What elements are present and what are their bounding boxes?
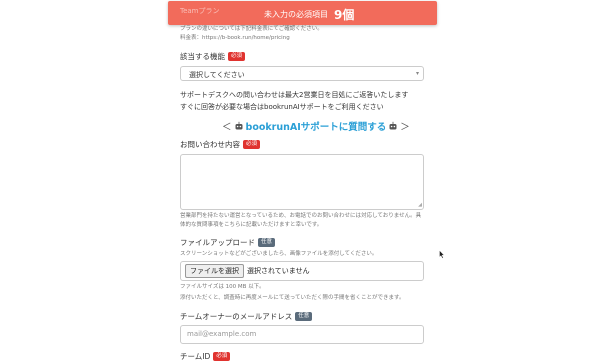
file-upload-label: ファイルアップロード 任意 [180, 237, 276, 248]
support-info-line2: すぐに回答が必要な場合はbookrunAIサポートをご利用ください [180, 103, 384, 111]
banner-underlying-text: Teamプラン [180, 6, 220, 16]
robot-icon [389, 121, 397, 130]
file-upload-hint: スクリーンショットなどがございましたら、画像ファイルを添付してください。 [180, 251, 378, 257]
feature-select-value: 選択してください [189, 71, 245, 79]
required-badge: 必須 [213, 352, 231, 361]
file-input[interactable]: ファイルを選択 選択されていません [180, 261, 424, 281]
file-size-note: ファイルサイズは 100 MB 以下。 [180, 284, 265, 290]
banner-missing-count: 9個 [334, 8, 355, 22]
ai-link-text: bookrunAIサポートに質問する [245, 122, 387, 133]
plan-note-line2: 料金表：https://b-book.run/home/pricing [180, 35, 290, 41]
file-resend-note: 添付いただくと、調査時に再度メールにて送っていただく際の手間を省くことができます… [180, 295, 405, 301]
inquiry-note: 営業部門を持たない運営となっているため、お電話でのお問い合わせには対応しておりま… [180, 212, 426, 230]
file-upload-label-text: ファイルアップロード [180, 238, 255, 247]
support-info-line1: サポートデスクへの問い合わせは最大2営業日を目処にご返答いたします [180, 91, 409, 99]
optional-badge: 任意 [258, 238, 276, 247]
banner-message-text: 未入力の必須項目 [264, 10, 328, 19]
robot-icon [235, 121, 243, 130]
ai-support-link[interactable]: ＜ bookrunAIサポートに質問する ＞ [222, 119, 410, 133]
inquiry-label: お問い合わせ内容 必須 [180, 139, 261, 150]
inquiry-label-text: お問い合わせ内容 [180, 140, 240, 149]
chevron-down-icon: ▾ [415, 70, 419, 77]
choose-file-button[interactable]: ファイルを選択 [185, 264, 244, 278]
file-status: 選択されていません [247, 267, 310, 275]
inquiry-note-line1: 営業部門を持たない運営となっているため、お電話でのお問い合わせには対応しておりま… [180, 213, 422, 228]
plan-note-line1: プランの違いについては下記料金表にてご確認ください。 [180, 26, 323, 32]
feature-label: 該当する機能 必須 [180, 51, 246, 62]
banner-underlying-label: Teamプラン [180, 7, 220, 15]
owner-email-input[interactable]: mail@example.com [180, 325, 424, 344]
banner-message: 未入力の必須項目 9個 [264, 6, 354, 23]
owner-email-label: チームオーナーのメールアドレス 任意 [180, 311, 313, 322]
inquiry-textarea[interactable]: ◢ [180, 154, 424, 210]
required-badge: 必須 [243, 140, 261, 149]
feature-select[interactable]: 選択してください ▾ [180, 66, 424, 81]
resize-handle-icon[interactable]: ◢ [418, 202, 422, 208]
ai-link-close-bracket: ＞ [400, 122, 410, 133]
owner-email-label-text: チームオーナーのメールアドレス [180, 312, 293, 321]
ai-link-open-bracket: ＜ [222, 122, 232, 133]
optional-badge: 任意 [295, 312, 313, 321]
plan-note: プランの違いについては下記料金表にてご確認ください。 料金表：https://b… [180, 25, 430, 43]
mouse-cursor-icon [439, 250, 445, 261]
feature-label-text: 該当する機能 [180, 52, 225, 61]
team-id-label-text: チームID [180, 352, 211, 361]
team-id-label: チームID 必須 [180, 351, 231, 362]
missing-fields-banner: Teamプラン 未入力の必須項目 9個 [168, 1, 437, 25]
owner-email-placeholder: mail@example.com [187, 330, 257, 338]
required-badge: 必須 [228, 52, 246, 61]
